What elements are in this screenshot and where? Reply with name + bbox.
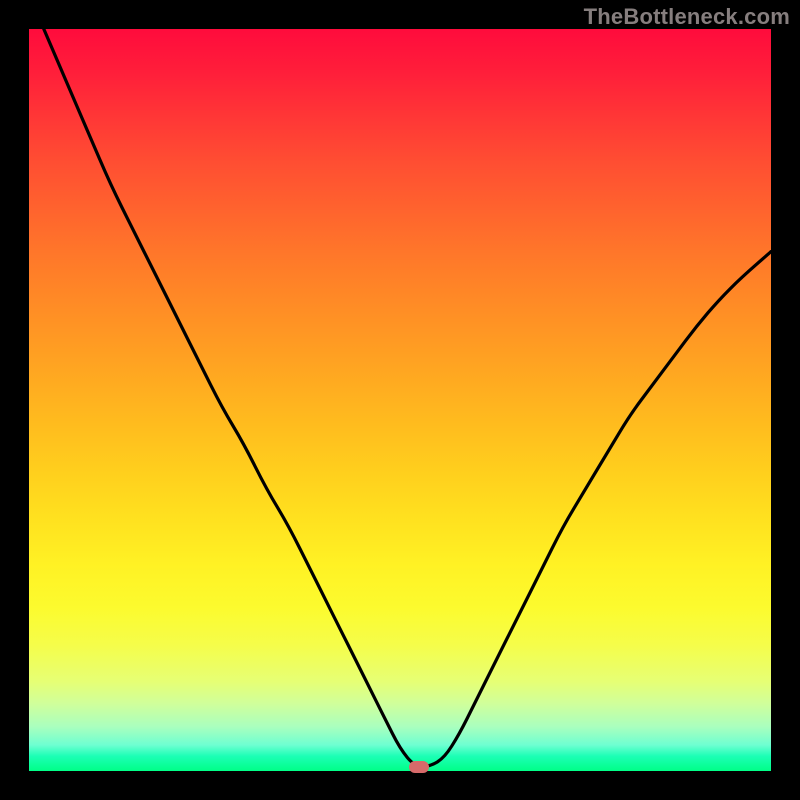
- bottleneck-curve: [29, 29, 771, 771]
- watermark-text: TheBottleneck.com: [584, 4, 790, 30]
- optimum-marker: [409, 761, 429, 773]
- plot-area: [29, 29, 771, 771]
- chart-frame: TheBottleneck.com: [0, 0, 800, 800]
